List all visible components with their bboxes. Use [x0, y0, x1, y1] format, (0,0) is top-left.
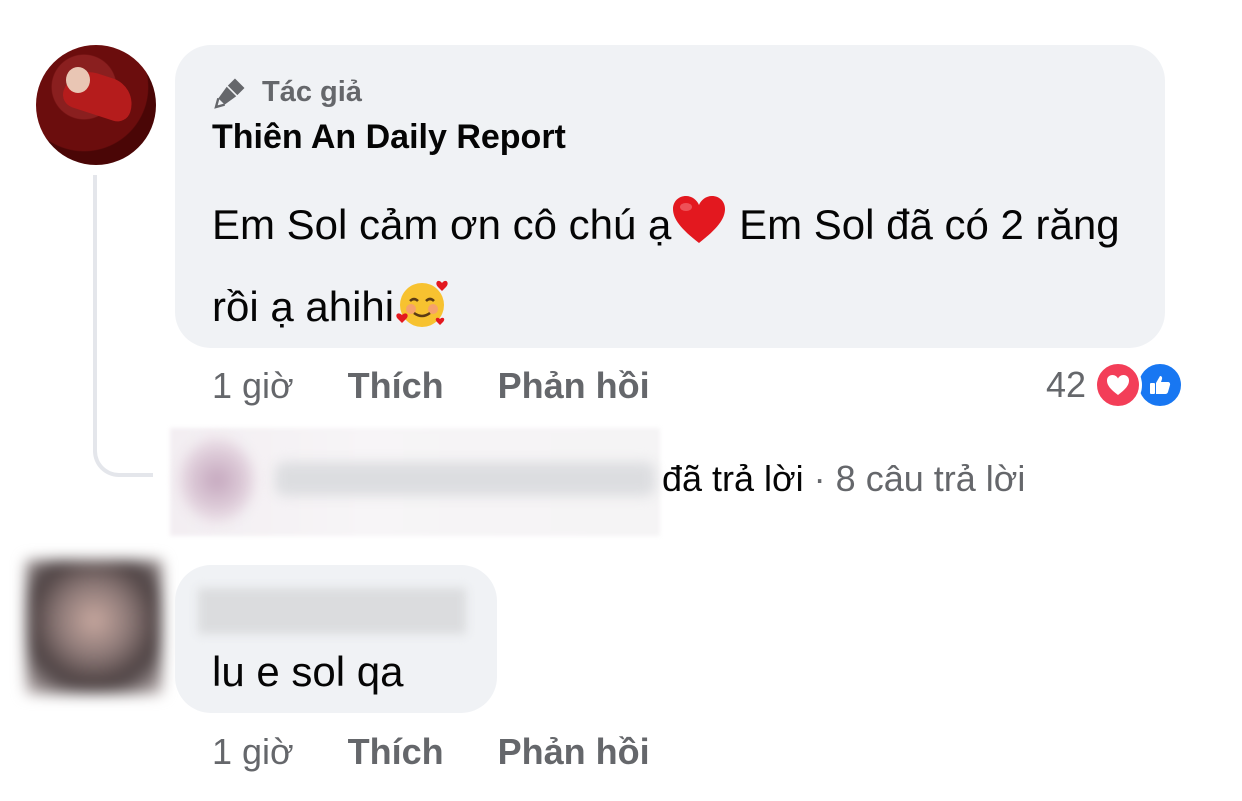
replies-separator: · — [803, 458, 836, 499]
reply-avatar — [180, 438, 254, 522]
reply-button-2[interactable]: Phản hồi — [498, 731, 650, 773]
comment-text-2: lu e sol qa — [212, 648, 404, 695]
reactions-summary[interactable]: 42 — [1046, 360, 1185, 410]
view-replies-link[interactable]: đã trả lời · 8 câu trả lời — [662, 458, 1025, 500]
red-heart-emoji-icon — [671, 190, 727, 243]
microphone-icon — [214, 78, 245, 109]
reply-author-name-blurred — [275, 462, 655, 496]
like-icon — [1136, 361, 1185, 409]
comment-timestamp[interactable]: 1 giờ — [212, 365, 294, 407]
replies-count: 8 câu trả lời — [835, 458, 1026, 499]
smiling-face-with-hearts-emoji-icon — [394, 275, 452, 331]
comment-actions-2: 1 giờ Thích Phản hồi — [212, 728, 704, 776]
comment-text-part1: Em Sol cảm ơn cô chú ạ — [212, 201, 672, 248]
replied-text: đã trả lời — [662, 458, 804, 499]
reply-button[interactable]: Phản hồi — [498, 365, 650, 407]
commenter-name-blurred[interactable] — [198, 588, 466, 634]
commenter-avatar[interactable] — [26, 560, 162, 694]
reaction-count: 42 — [1046, 364, 1087, 405]
comment-author-name[interactable]: Thiên An Daily Report — [212, 118, 566, 157]
author-avatar[interactable] — [36, 45, 156, 165]
author-badge: Tác giả — [212, 72, 362, 112]
comment-timestamp-2[interactable]: 1 giờ — [212, 731, 294, 773]
comment-text: Em Sol cảm ơn cô chú ạ Em Sol đã có 2 ră… — [212, 184, 1152, 348]
like-button-2[interactable]: Thích — [348, 731, 444, 773]
like-button[interactable]: Thích — [348, 365, 444, 407]
comment-actions: 1 giờ Thích Phản hồi — [212, 362, 704, 410]
love-icon — [1094, 361, 1143, 409]
author-badge-label: Tác giả — [262, 75, 362, 108]
thread-connector — [93, 175, 153, 477]
